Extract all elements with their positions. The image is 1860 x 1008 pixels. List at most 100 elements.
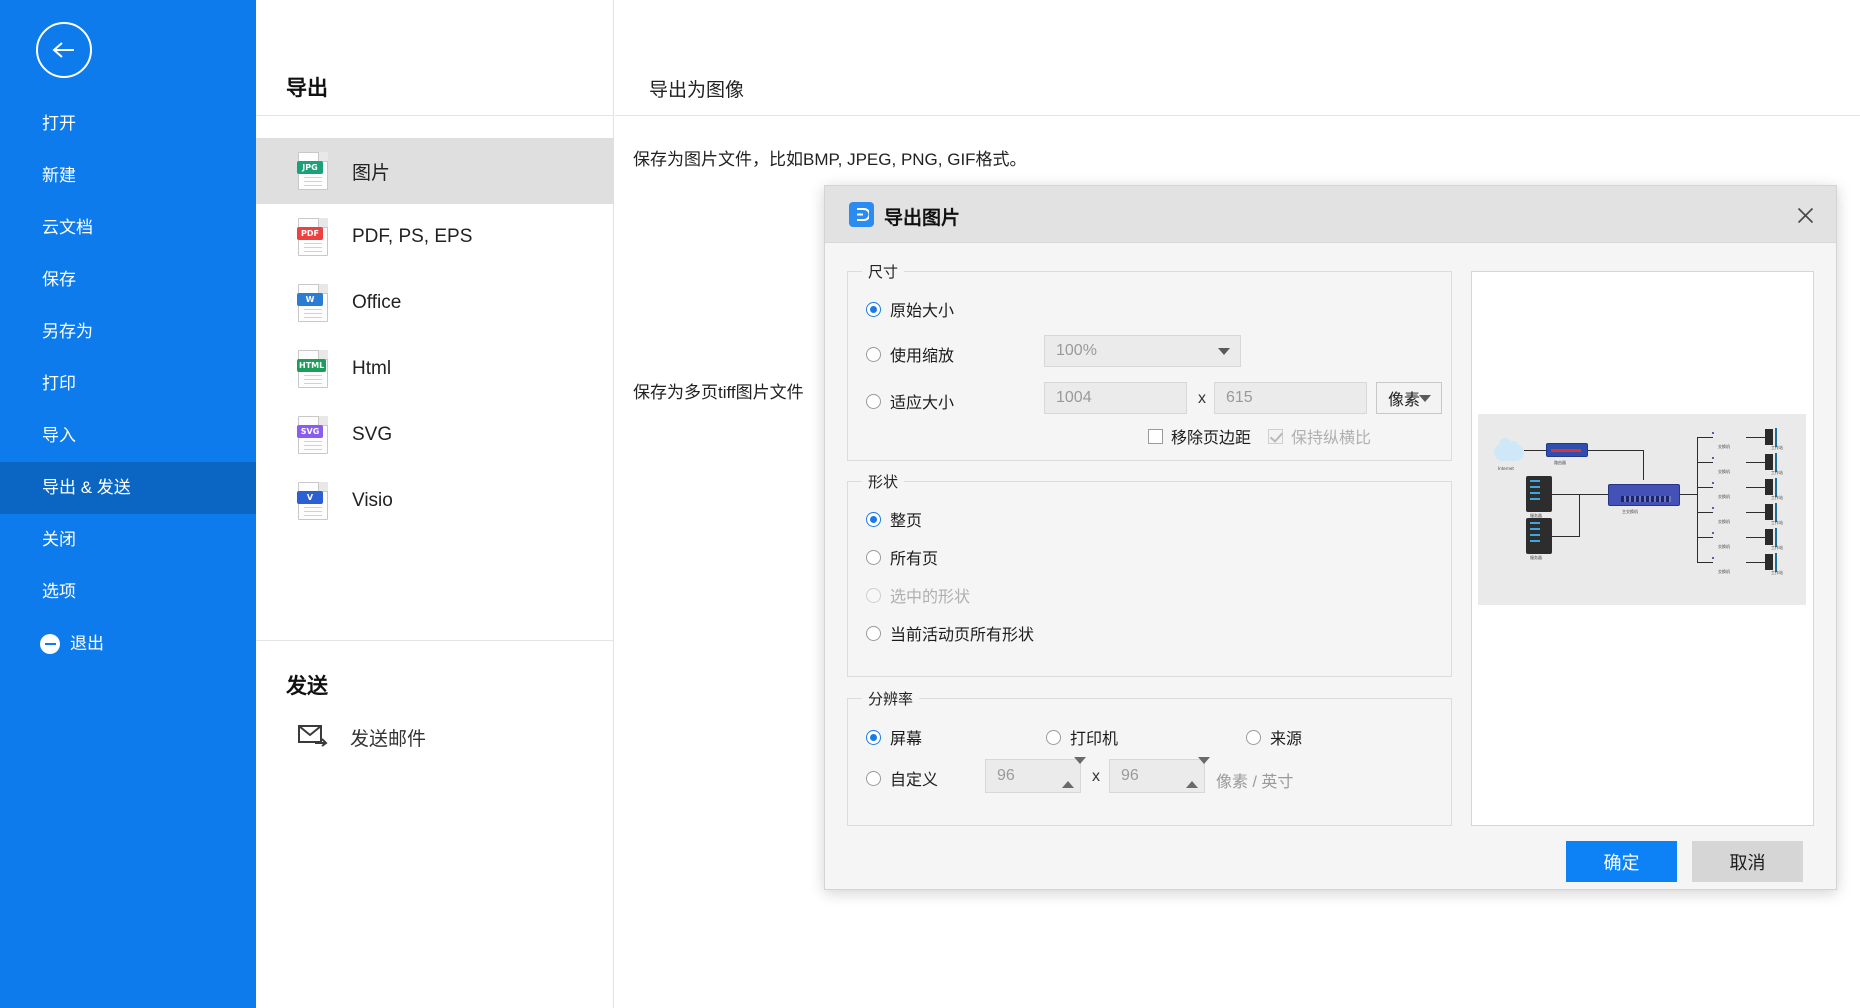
radio-printer-label: 打印机 — [1070, 731, 1119, 748]
format-item-pdf[interactable]: PDF PDF, PS, EPS — [256, 204, 614, 270]
page-title: 导出为图像 — [649, 80, 745, 101]
sidebar-item-export-send[interactable]: 导出 & 发送 — [0, 462, 256, 514]
radio-original-size-dot[interactable] — [866, 301, 881, 317]
fit-width-input[interactable]: 1004 — [1044, 382, 1187, 414]
scale-dropdown[interactable]: 100% — [1044, 335, 1241, 367]
radio-all-pages[interactable]: 所有页 — [866, 545, 938, 569]
format-item-image[interactable]: JPG 图片 — [256, 138, 614, 204]
radio-source[interactable]: 来源 — [1246, 725, 1302, 749]
remove-margin-checkbox[interactable]: 移除页边距 — [1148, 424, 1251, 448]
radio-custom-dpi[interactable]: 自定义 — [866, 766, 938, 790]
preview-canvas: Internet 路由器 服务器 服务器 主交换机 交换机 工作站 交换机 工作… — [1478, 414, 1806, 605]
shape-groupbox-title: 形状 — [862, 471, 905, 492]
back-arrow-icon[interactable] — [36, 22, 92, 78]
stepper-down-icon[interactable] — [1198, 757, 1210, 781]
size-groupbox-title: 尺寸 — [862, 261, 905, 282]
preview-label-switch: 交换机 — [1718, 444, 1730, 449]
format-list: JPG 图片 PDF PDF, PS, EPS W Office HTML Ht… — [256, 138, 614, 534]
keep-aspect-ratio-checkbox-box — [1268, 428, 1283, 444]
preview-label-workstation: 工作站 — [1771, 545, 1783, 550]
radio-active-page-shapes-label: 当前活动页所有形状 — [890, 627, 1035, 644]
radio-screen[interactable]: 屏幕 — [866, 725, 922, 749]
size-unit-dropdown[interactable]: 像素 — [1376, 382, 1442, 414]
dpi-y-value: 96 — [1121, 767, 1139, 784]
radio-original-size[interactable]: 原始大小 — [866, 297, 954, 321]
radio-whole-page[interactable]: 整页 — [866, 507, 922, 531]
sidebar-item-import[interactable]: 导入 — [0, 410, 256, 462]
sidebar-item-cloud-docs[interactable]: 云文档 — [0, 202, 256, 254]
word-file-icon: W — [297, 284, 330, 322]
close-icon[interactable] — [1788, 199, 1822, 231]
resolution-groupbox: 分辨率 屏幕 打印机 来源 自定义 96 x 96 像素 / 英寸 — [847, 688, 1452, 826]
dpi-x-stepper[interactable]: 96 — [985, 757, 1086, 793]
network-topology-preview: Internet 路由器 服务器 服务器 主交换机 交换机 工作站 交换机 工作… — [1471, 271, 1814, 826]
radio-active-page-shapes-dot[interactable] — [866, 625, 881, 641]
preview-label-workstation: 工作站 — [1771, 445, 1783, 450]
dpi-x-separator: x — [1092, 768, 1100, 785]
preview-label-workstation: 工作站 — [1771, 470, 1783, 475]
radio-use-scale-dot[interactable] — [866, 346, 881, 362]
radio-selected-shapes-label: 选中的形状 — [890, 589, 971, 606]
radio-selected-shapes-dot — [866, 587, 881, 603]
format-item-office[interactable]: W Office — [256, 270, 614, 336]
fit-height-input[interactable]: 615 — [1214, 382, 1367, 414]
preview-label-workstation: 工作站 — [1771, 570, 1783, 575]
radio-source-dot[interactable] — [1246, 729, 1261, 745]
radio-fit-size-dot[interactable] — [866, 393, 881, 409]
send-mail-item[interactable]: 发送邮件 — [298, 723, 426, 752]
dpi-x-stepper-arrows[interactable] — [1062, 757, 1086, 790]
stepper-up-icon[interactable] — [1186, 764, 1198, 788]
sidebar-item-options[interactable]: 选项 — [0, 566, 256, 618]
radio-active-page-shapes[interactable]: 当前活动页所有形状 — [866, 621, 1034, 645]
visio-file-icon-tag: V — [297, 491, 323, 504]
radio-fit-size[interactable]: 适应大小 — [866, 389, 954, 413]
radio-custom-dpi-dot[interactable] — [866, 770, 881, 786]
remove-margin-checkbox-box[interactable] — [1148, 428, 1163, 444]
radio-all-pages-dot[interactable] — [866, 549, 881, 565]
preview-label-switch: 交换机 — [1718, 519, 1730, 524]
format-item-svg[interactable]: SVG SVG — [256, 402, 614, 468]
preview-label-workstation: 工作站 — [1771, 495, 1783, 500]
nav-item-list: 打开 新建 云文档 保存 另存为 打印 导入 导出 & 发送 关闭 选项 退出 — [0, 98, 256, 670]
sidebar-item-print[interactable]: 打印 — [0, 358, 256, 410]
sidebar-item-new[interactable]: 新建 — [0, 150, 256, 202]
sidebar-item-save-as[interactable]: 另存为 — [0, 306, 256, 358]
stepper-down-icon[interactable] — [1074, 757, 1086, 781]
switch-icon — [1712, 482, 1714, 484]
cancel-button[interactable]: 取消 — [1692, 841, 1803, 882]
radio-screen-dot[interactable] — [866, 729, 881, 745]
word-file-icon-tag: W — [297, 293, 323, 306]
preview-label-workstation: 工作站 — [1771, 520, 1783, 525]
sidebar-item-close[interactable]: 关闭 — [0, 514, 256, 566]
application-window: 亿图图示 爱学习的... 打开 新建 云文档 保存 另存为 — [0, 0, 1860, 1008]
size-unit-value: 像素 — [1388, 392, 1421, 409]
sidebar-item-exit-label: 退出 — [70, 634, 104, 653]
ok-button[interactable]: 确定 — [1566, 841, 1677, 882]
keep-aspect-ratio-checkbox: 保持纵横比 — [1268, 424, 1371, 448]
radio-whole-page-dot[interactable] — [866, 511, 881, 527]
image-format-description: 保存为图片文件，比如BMP, JPEG, PNG, GIF格式。 — [633, 150, 1027, 169]
format-item-visio[interactable]: V Visio — [256, 468, 614, 534]
resolution-groupbox-title: 分辨率 — [862, 688, 920, 709]
dpi-y-stepper-arrows[interactable] — [1186, 757, 1210, 790]
dpi-y-stepper[interactable]: 96 — [1109, 757, 1210, 793]
radio-printer[interactable]: 打印机 — [1046, 725, 1118, 749]
tiff-format-description: 保存为多页tiff图片文件 — [633, 383, 804, 402]
fit-height-value: 615 — [1226, 389, 1253, 406]
format-item-pdf-label: PDF, PS, EPS — [352, 226, 473, 247]
radio-screen-label: 屏幕 — [890, 731, 923, 748]
switch-icon — [1712, 532, 1714, 534]
export-heading: 导出 — [286, 77, 328, 100]
size-groupbox: 尺寸 原始大小 使用缩放 100% 适应大小 1004 x 615 像素 移除页… — [847, 261, 1452, 461]
radio-printer-dot[interactable] — [1046, 729, 1061, 745]
dialog-title: 导出图片 — [884, 208, 961, 229]
stepper-up-icon[interactable] — [1062, 764, 1074, 788]
sidebar-item-exit[interactable]: 退出 — [0, 618, 256, 670]
divider — [256, 640, 614, 641]
exit-icon — [40, 634, 60, 654]
format-item-html[interactable]: HTML Html — [256, 336, 614, 402]
sidebar-item-save[interactable]: 保存 — [0, 254, 256, 306]
radio-use-scale[interactable]: 使用缩放 — [866, 342, 954, 366]
visio-file-icon: V — [297, 482, 330, 520]
sidebar-item-open[interactable]: 打开 — [0, 98, 256, 150]
